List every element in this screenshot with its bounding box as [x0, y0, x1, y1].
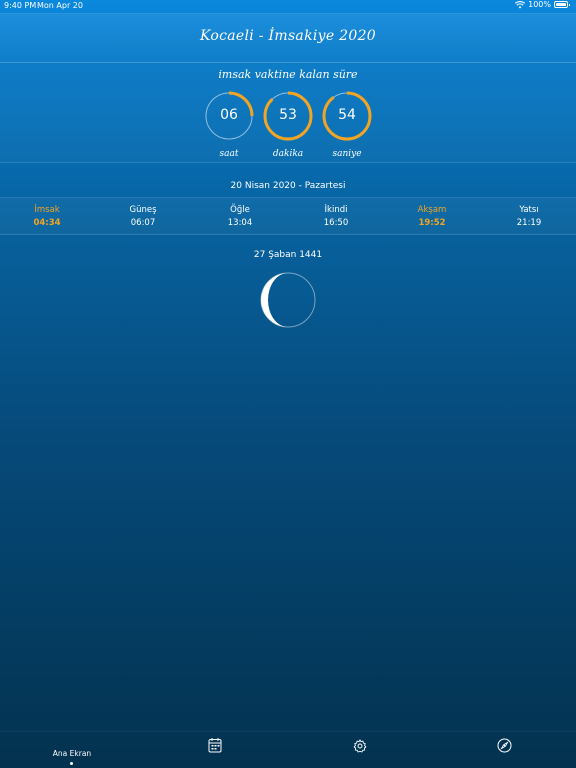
prayer-imsak: İmsak 04:34	[12, 205, 82, 228]
prayer-ogle: Öğle 13:04	[205, 205, 275, 228]
page-title: Kocaeli - İmsakiye 2020	[199, 28, 377, 44]
tab-home[interactable]: Ana Ekran	[42, 749, 102, 758]
settings-gear-icon[interactable]	[353, 739, 367, 753]
hours-value: 06	[220, 107, 238, 123]
prayer-ikindi: İkindi 16:50	[301, 205, 371, 228]
status-indicators: 100%	[515, 0, 570, 9]
active-tab-indicator	[70, 762, 73, 765]
seconds-label: saniye	[332, 149, 362, 159]
status-bar: 9:40 PM Mon Apr 20 100%	[0, 0, 576, 12]
tab-home-label: Ana Ekran	[52, 749, 92, 758]
status-time: 9:40 PM	[4, 1, 37, 10]
calendar-icon[interactable]	[208, 737, 222, 753]
prayer-time: 13:04	[227, 218, 253, 228]
prayer-name: Akşam	[417, 205, 447, 215]
prayer-name: Öğle	[230, 205, 250, 215]
prayer-yatsi: Yatsı 21:19	[494, 205, 564, 228]
prayer-time: 04:34	[33, 218, 61, 228]
prayer-name: Yatsı	[519, 205, 539, 215]
prayer-name: İmsak	[34, 205, 60, 215]
prayer-gunes: Güneş 06:07	[108, 205, 178, 228]
gregorian-date: 20 Nisan 2020 - Pazartesi	[230, 181, 346, 191]
prayer-time: 19:52	[418, 218, 446, 228]
prayer-aksam: Akşam 19:52	[397, 205, 467, 228]
countdown-title: imsak vaktine kalan süre	[218, 68, 358, 81]
tab-bar: Ana Ekran	[0, 731, 576, 768]
minutes-ring: 53	[263, 91, 313, 141]
compass-icon[interactable]	[497, 738, 512, 753]
hours-ring: 06	[204, 91, 254, 141]
hours-label: saat	[219, 149, 239, 159]
moon-phase-icon	[260, 272, 316, 328]
prayer-times-panel	[0, 197, 576, 235]
hijri-date: 27 Şaban 1441	[253, 250, 323, 260]
status-date: Mon Apr 20	[37, 1, 83, 10]
seconds-ring: 54	[322, 91, 372, 141]
battery-percent: 100%	[528, 0, 551, 9]
prayer-name: Güneş	[129, 205, 157, 215]
prayer-name: İkindi	[324, 205, 348, 215]
seconds-value: 54	[338, 107, 356, 123]
minutes-value: 53	[279, 107, 297, 123]
prayer-time: 21:19	[516, 218, 542, 228]
battery-icon	[554, 1, 570, 8]
prayer-time: 06:07	[130, 218, 156, 228]
prayer-time: 16:50	[323, 218, 349, 228]
wifi-icon	[515, 0, 526, 8]
minutes-label: dakika	[272, 149, 304, 159]
